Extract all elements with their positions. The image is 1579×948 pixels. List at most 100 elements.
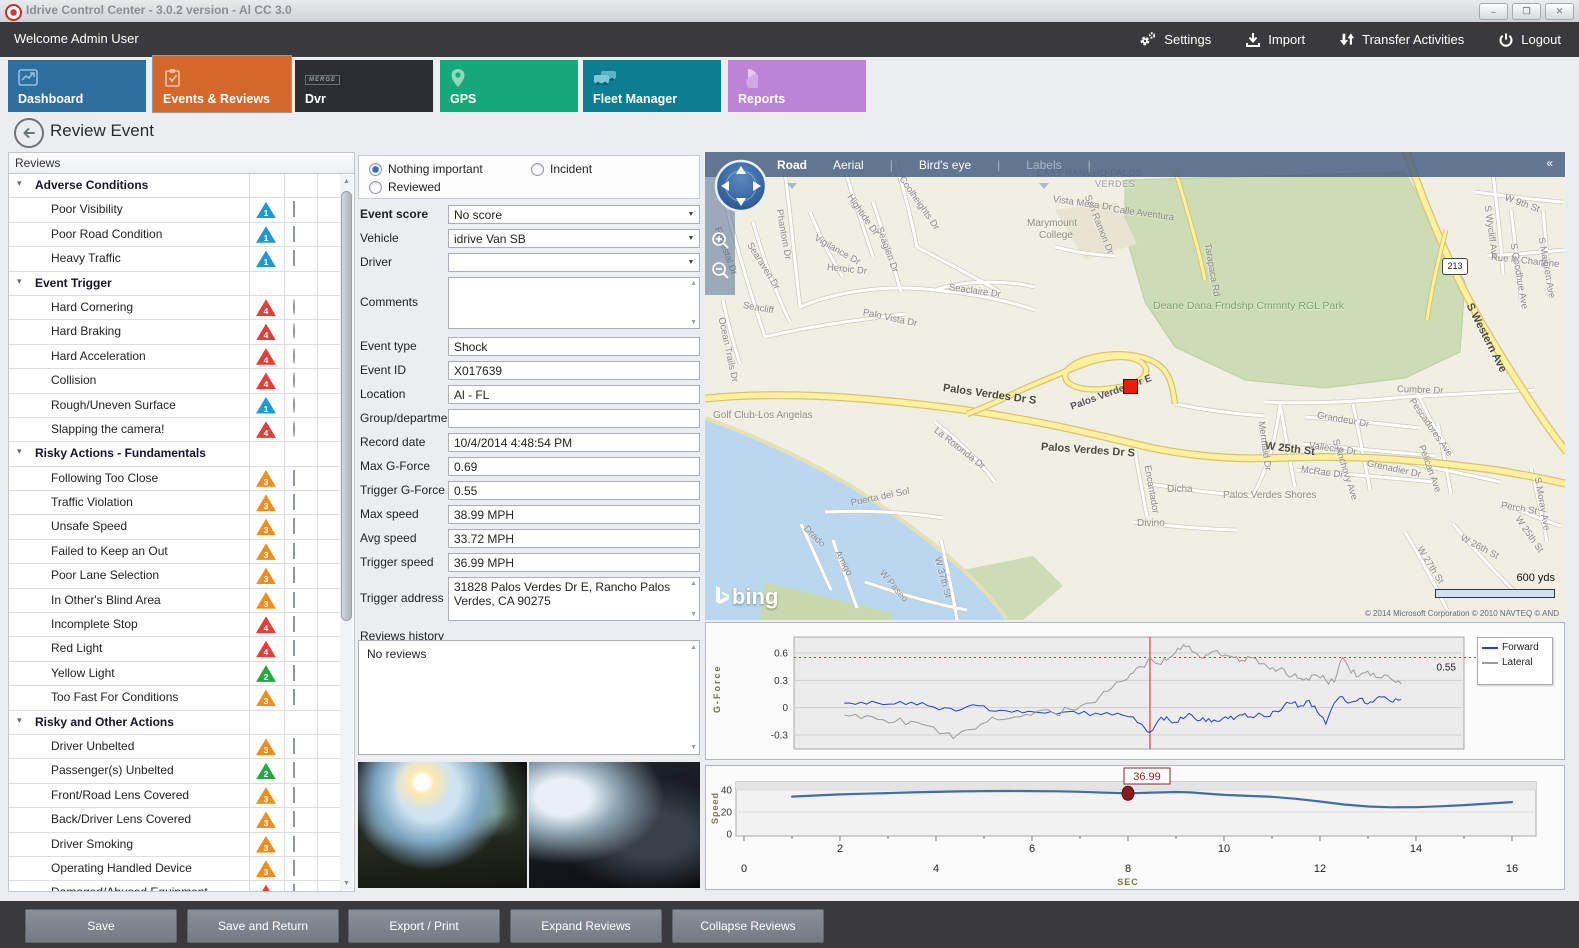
logout-button[interactable]: Logout [1498,32,1561,48]
scroll-down-icon[interactable]: ▼ [690,611,697,618]
tree-item-row[interactable]: Passenger(s) Unbelted 2 [9,759,340,783]
tree-group-row[interactable]: ▾ Adverse Conditions [9,174,340,198]
tree-item-row[interactable]: Following Too Close 3 [9,467,340,491]
item-checkbox[interactable] [293,640,295,656]
chevron-down-icon[interactable]: ▼ [683,254,699,271]
reviews-history-box[interactable]: No reviews ▲ ▼ [358,640,700,755]
item-checkbox[interactable] [293,836,295,852]
map-pan-control[interactable] [713,158,769,214]
tree-item-row[interactable]: Poor Lane Selection 3 [9,564,340,588]
item-radio[interactable] [293,421,295,437]
tree-item-row[interactable]: Traffic Violation 3 [9,491,340,515]
trigger-speed-input[interactable]: 36.99 MPH [448,553,700,572]
tree-item-row[interactable]: Yellow Light 2 [9,662,340,686]
tab-fleet-manager[interactable]: Fleet Manager [583,60,721,112]
map-mode-aerial[interactable]: Aerial [833,158,864,172]
item-checkbox[interactable] [293,494,295,510]
tree-item-row[interactable]: Slapping the camera! 4 [9,418,340,442]
import-button[interactable]: Import [1245,32,1305,48]
scroll-up-icon[interactable]: ▲ [690,280,697,287]
comments-textarea[interactable]: ▲ ▼ [448,277,700,329]
item-checkbox[interactable] [293,470,295,486]
item-checkbox[interactable] [293,689,295,705]
item-checkbox[interactable] [293,884,295,891]
close-button[interactable]: ✕ [1545,3,1574,20]
tree-item-row[interactable]: Driver Smoking 3 [9,833,340,857]
maximize-button[interactable]: ❐ [1512,3,1541,20]
item-checkbox[interactable] [293,567,295,583]
tree-item-row[interactable]: Damaged/Abused Equipment 4 [9,881,340,891]
map-mode-labels[interactable]: Labels [1026,158,1061,172]
transfer-activities-button[interactable]: Transfer Activities [1339,32,1464,48]
item-checkbox[interactable] [293,616,295,632]
tree-group-row[interactable]: ▾ Risky Actions - Fundamentals [9,442,340,466]
camera-thumbnail-driver[interactable] [529,762,700,888]
collapse-arrow-icon[interactable]: ▾ [17,178,22,189]
expand-reviews-button[interactable]: Expand Reviews [510,909,662,943]
map-mode-road[interactable]: Road [777,158,807,172]
tree-item-row[interactable]: Driver Unbelted 3 [9,735,340,759]
item-checkbox[interactable] [293,250,295,266]
item-checkbox[interactable] [293,226,295,242]
save-and-return-button[interactable]: Save and Return [187,909,339,943]
tree-item-row[interactable]: Heavy Traffic 1 [9,247,340,271]
item-checkbox[interactable] [293,543,295,559]
scroll-down-icon[interactable]: ▼ [690,319,697,326]
item-radio[interactable] [293,372,295,388]
group-department-input[interactable] [448,409,700,428]
record-date-input[interactable]: 10/4/2014 4:48:54 PM [448,433,700,452]
scroll-up-icon[interactable]: ▲ [690,580,697,587]
event-score-select[interactable]: No score ▼ [448,205,700,224]
tree-item-row[interactable]: Incomplete Stop 4 [9,613,340,637]
tree-scrollbar-thumb[interactable] [341,191,352,621]
map-collapse-button[interactable]: « [1546,156,1553,170]
save-button[interactable]: Save [25,909,177,943]
tree-item-row[interactable]: Front/Road Lens Covered 3 [9,784,340,808]
item-checkbox[interactable] [293,811,295,827]
tree-group-row[interactable]: ▾ Event Trigger [9,272,340,296]
trigger-gforce-input[interactable]: 0.55 [448,481,700,500]
trigger-address-textarea[interactable]: 31828 Palos Verdes Dr E, Rancho Palos Ve… [448,577,700,621]
scroll-down-icon[interactable]: ▼ [340,877,353,890]
scroll-down-icon[interactable]: ▼ [690,744,697,751]
item-radio[interactable] [293,323,295,339]
max-gforce-input[interactable]: 0.69 [448,457,700,476]
tab-events-reviews[interactable]: Events & Reviews [153,56,291,112]
map-zoom-out-button[interactable] [710,260,732,282]
settings-button[interactable]: Settings [1137,31,1211,49]
vehicle-select[interactable]: idrive Van SB ▼ [448,229,700,248]
item-checkbox[interactable] [293,201,295,217]
collapse-arrow-icon[interactable]: ▾ [17,446,22,457]
item-checkbox[interactable] [293,860,295,876]
tree-item-row[interactable]: Back/Driver Lens Covered 3 [9,808,340,832]
scroll-up-icon[interactable]: ▲ [690,644,697,651]
chevron-down-icon[interactable]: ▼ [683,206,699,223]
collapse-arrow-icon[interactable]: ▾ [17,715,22,726]
item-checkbox[interactable] [293,762,295,778]
chevron-down-icon[interactable]: ▼ [683,230,699,247]
status-radio-reviewed[interactable]: Reviewed [369,180,441,194]
collapse-reviews-button[interactable]: Collapse Reviews [672,909,824,943]
status-radio-incident[interactable]: Incident [531,162,592,176]
location-input[interactable]: Al - FL [448,385,700,404]
tree-item-row[interactable]: Unsafe Speed 3 [9,515,340,539]
item-checkbox[interactable] [293,738,295,754]
tab-dashboard[interactable]: Dashboard [8,60,146,112]
map-mode-bird-s-eye[interactable]: Bird's eye [919,158,971,172]
camera-thumbnail-road[interactable] [358,762,527,888]
tree-item-row[interactable]: Poor Visibility 1 [9,198,340,222]
minimize-button[interactable]: – [1479,3,1508,20]
collapse-arrow-icon[interactable]: ▾ [17,276,22,287]
item-checkbox[interactable] [293,665,295,681]
avg-speed-input[interactable]: 33.72 MPH [448,529,700,548]
tree-item-row[interactable]: Red Light 4 [9,637,340,661]
tree-item-row[interactable]: Operating Handled Device 3 [9,857,340,881]
item-checkbox[interactable] [293,592,295,608]
export-print-button[interactable]: Export / Print [348,909,500,943]
back-button[interactable] [14,118,44,148]
bing-map[interactable]: RoadAerial|Bird's eye|Labels| « EAST RAN… [705,152,1565,620]
tree-item-row[interactable]: Failed to Keep an Out 3 [9,540,340,564]
map-zoom-in-button[interactable] [710,230,732,252]
event-type-input[interactable]: Shock [448,337,700,356]
tree-item-row[interactable]: Poor Road Condition 1 [9,223,340,247]
